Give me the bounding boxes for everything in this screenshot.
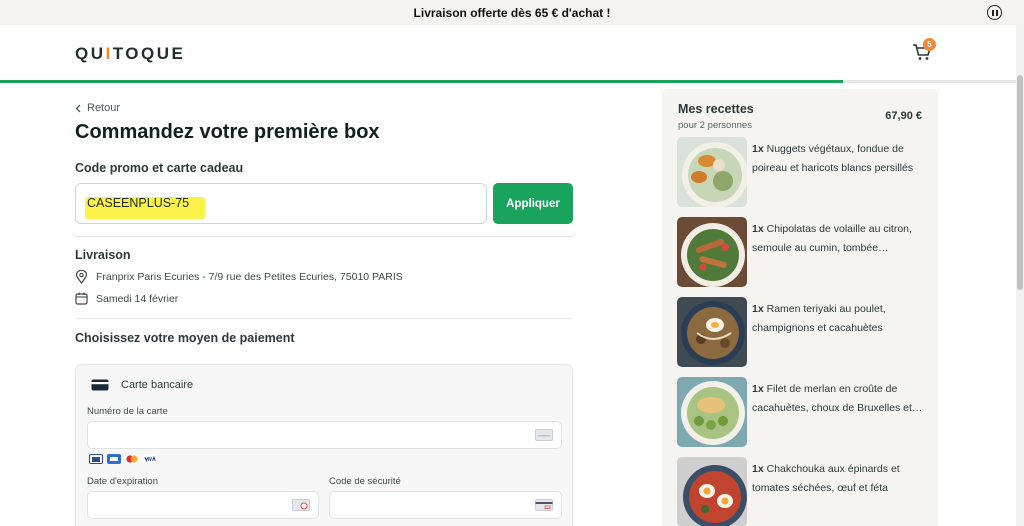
recipe-item[interactable]: 1x Chakchouka aux épinards et tomates sé… [677, 457, 927, 526]
scrollbar-thumb[interactable] [1017, 75, 1023, 290]
back-link-label: Retour [87, 102, 121, 114]
calendar-icon [75, 292, 88, 305]
checkout-progress-bar [0, 80, 1016, 83]
card-placeholder-icon [535, 429, 553, 441]
divider [75, 236, 573, 237]
delivery-address-text: Franprix Paris Ecuries - 7/9 rue des Pet… [96, 271, 403, 283]
cvc-label: Code de sécurité [329, 476, 401, 487]
recipes-subtitle: pour 2 personnes [678, 120, 752, 131]
mastercard-icon [125, 454, 139, 464]
quitoque-logo[interactable]: QUITOQUE [75, 44, 185, 64]
payment-method-label: Carte bancaire [121, 379, 194, 391]
card-brands [89, 454, 157, 464]
cvc-input[interactable] [329, 491, 562, 519]
cvc-card-icon [535, 499, 553, 511]
payment-method-card: Carte bancaire Numéro de la carte Date d… [75, 364, 573, 526]
promo-section-label: Code promo et carte cadeau [75, 161, 244, 175]
recipe-image [677, 137, 747, 207]
delivery-date-text: Samedi 14 février [96, 292, 179, 305]
recipe-name: 1x Chakchouka aux épinards et tomates sé… [752, 463, 900, 494]
amex-card-icon [107, 454, 121, 464]
card-number-input[interactable] [87, 421, 562, 449]
promo-code-value: CASEENPLUS-75 [87, 196, 190, 210]
location-pin-icon [75, 270, 88, 284]
recipes-total-price: 67,90 € [885, 110, 922, 122]
promo-code-input[interactable]: CASEENPLUS-75 [75, 183, 487, 224]
page-title: Commandez votre première box [75, 121, 380, 143]
payment-section-label: Choisissez votre moyen de paiement [75, 331, 295, 345]
recipe-image [677, 377, 747, 447]
visa-card-icon [143, 454, 157, 464]
cart-count-badge: 5 [923, 38, 936, 51]
recipe-image [677, 457, 747, 526]
recipe-image [677, 297, 747, 367]
pause-icon[interactable] [987, 5, 1002, 20]
page-scrollbar[interactable] [1016, 25, 1024, 526]
card-expiry-icon [292, 499, 310, 511]
recipe-item[interactable]: 1x Ramen teriyaki au poulet, champignons… [677, 297, 927, 367]
back-link[interactable]: Retour [75, 102, 120, 114]
expiry-input[interactable] [87, 491, 319, 519]
chevron-left-icon [75, 104, 81, 112]
payment-method-option[interactable]: Carte bancaire [91, 379, 193, 391]
card-number-label: Numéro de la carte [87, 406, 168, 417]
delivery-address: Franprix Paris Ecuries - 7/9 rue des Pet… [75, 270, 403, 284]
apply-promo-button[interactable]: Appliquer [493, 183, 573, 224]
cb-card-icon [89, 454, 103, 464]
delivery-section-label: Livraison [75, 248, 131, 262]
expiry-label: Date d'expiration [87, 476, 158, 487]
promo-banner: Livraison offerte dès 65 € d'achat ! [0, 0, 1024, 25]
delivery-date: Samedi 14 février [75, 292, 178, 305]
credit-card-icon [91, 379, 109, 391]
recipe-item[interactable]: 1x Chipolatas de volaille au citron, sem… [677, 217, 927, 287]
recipe-name: 1x Filet de merlan en croûte de cacahuèt… [752, 383, 923, 414]
recipe-name: 1x Ramen teriyaki au poulet, champignons… [752, 303, 886, 334]
recipes-title: Mes recettes [678, 102, 754, 116]
recipes-summary-panel: Mes recettes pour 2 personnes 67,90 € 1x… [662, 89, 938, 526]
divider [75, 318, 573, 319]
recipe-image [677, 217, 747, 287]
promo-banner-text: Livraison offerte dès 65 € d'achat ! [413, 5, 611, 20]
recipe-item[interactable]: 1x Filet de merlan en croûte de cacahuèt… [677, 377, 927, 447]
checkout-progress-fill [0, 80, 844, 83]
recipe-name: 1x Nuggets végétaux, fondue de poireau e… [752, 143, 914, 174]
recipe-item[interactable]: 1x Nuggets végétaux, fondue de poireau e… [677, 137, 927, 207]
site-header: QUITOQUE 5 [0, 25, 1016, 80]
recipe-name: 1x Chipolatas de volaille au citron, sem… [752, 223, 912, 254]
